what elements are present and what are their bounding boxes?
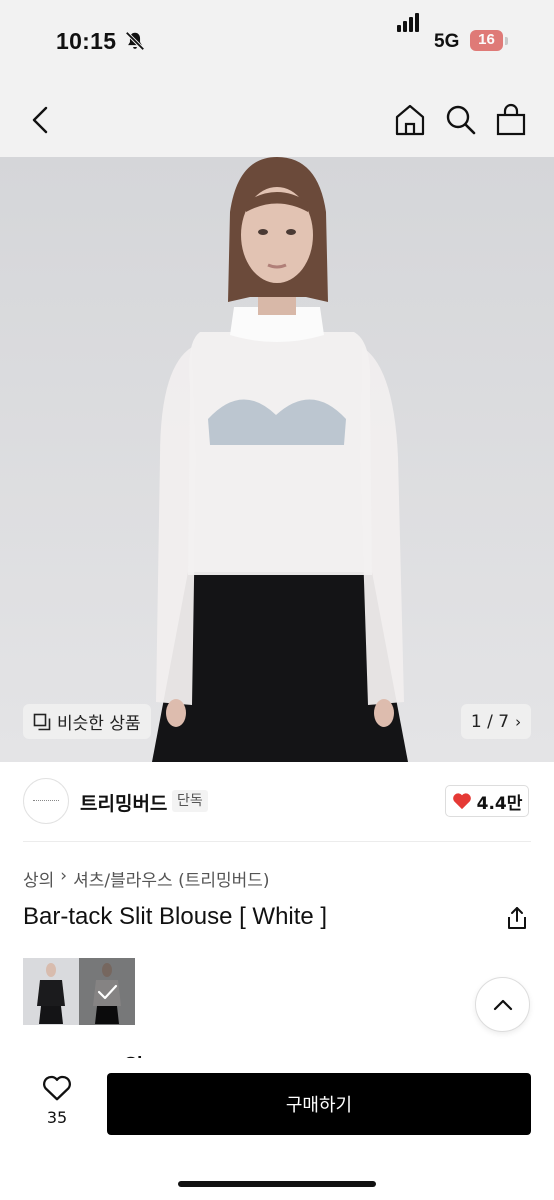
brand-like-button[interactable]: 4.4만 [445,785,529,817]
similar-items-icon [33,713,51,730]
variant-thumbnail-black[interactable] [23,958,79,1025]
similar-products-label: 비슷한 상품 [57,714,141,734]
page-indicator-text: 1 / 7 [470,711,510,732]
network-type: 5G [434,31,460,52]
wishlist-button[interactable]: 35 [36,1074,78,1127]
bell-muted-icon [125,31,145,51]
status-bar: 10:15 5G 16 [0,0,554,84]
battery-level: 16 [478,31,495,48]
similar-products-button[interactable]: 비슷한 상품 [23,704,151,739]
price-partially-visible: 132,000원 [23,1046,163,1058]
home-icon[interactable] [393,102,427,138]
chevron-up-icon [493,999,512,1010]
buy-button[interactable]: 구매하기 [107,1073,531,1135]
nav-bar [0,84,554,157]
bottom-purchase-bar: 35 구매하기 [0,1058,554,1200]
breadcrumb-subcategory[interactable]: 셔츠/블라우스 (트리밍버드) [73,866,269,891]
product-title: Bar-tack Slit Blouse [ White ] [23,903,328,930]
scroll-to-top-button[interactable] [475,977,530,1032]
price-text: 132,000원 [23,1050,163,1058]
heart-outline-icon [43,1075,71,1101]
chevron-right-icon: › [60,866,68,886]
product-image[interactable]: 비슷한 상품 1 / 7 › [0,157,554,762]
home-indicator [178,1181,376,1187]
brand-like-count: 4.4만 [476,793,523,814]
back-icon[interactable] [24,102,58,138]
exclusive-badge: 단독 [172,790,208,812]
brand-row: 트리밍버드 단독 4.4만 [0,762,554,842]
battery-icon: 16 [470,30,503,51]
chevron-right-icon: › [515,712,522,731]
variant-thumbnail-white-selected[interactable] [79,958,135,1025]
status-time: 10:15 [56,28,117,54]
wishlist-count: 35 [46,1108,68,1127]
breadcrumb-category[interactable]: 상의 [23,866,54,891]
shopping-bag-icon[interactable] [494,102,528,138]
breadcrumb: 상의 › 셔츠/블라우스 (트리밍버드) [23,866,270,891]
divider [23,841,531,842]
product-photo [0,157,554,762]
brand-logo[interactable] [23,778,69,824]
battery-cap [505,37,508,45]
share-icon[interactable] [505,905,529,931]
brand-name[interactable]: 트리밍버드 [80,789,167,816]
heart-filled-icon [452,793,471,810]
image-page-indicator[interactable]: 1 / 7 › [461,704,531,739]
search-icon[interactable] [444,102,478,138]
